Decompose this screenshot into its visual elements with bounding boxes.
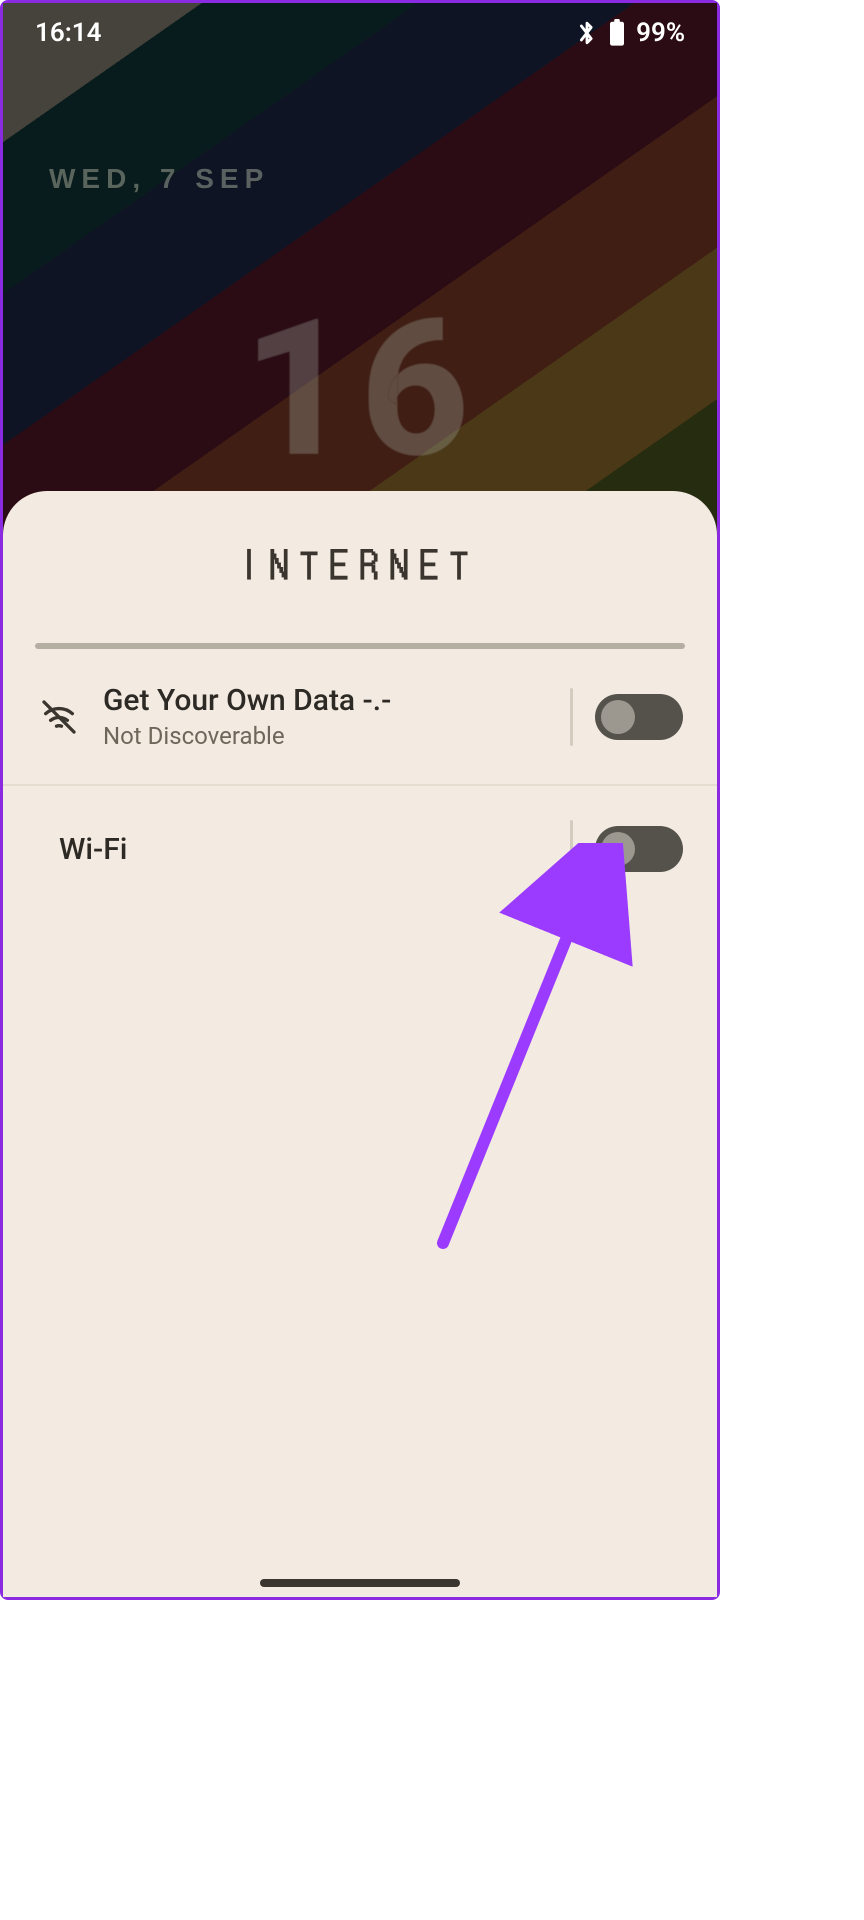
statusbar-clock: 16:14 bbox=[35, 18, 102, 48]
mobile-data-toggle[interactable] bbox=[595, 694, 683, 740]
battery-icon bbox=[608, 19, 626, 47]
device-frame: 16:14 99% WED, 7 SEP 16 INTERNET bbox=[0, 0, 720, 1600]
row-separator bbox=[570, 688, 573, 746]
mobile-data-texts: Get Your Own Data -.- Not Discoverable bbox=[103, 683, 548, 750]
mobile-data-row[interactable]: Get Your Own Data -.- Not Discoverable bbox=[3, 649, 717, 784]
mobile-data-title: Get Your Own Data -.- bbox=[103, 683, 548, 718]
toggle-thumb bbox=[601, 700, 635, 734]
mobile-data-off-icon bbox=[37, 697, 81, 737]
statusbar-right: 99% bbox=[576, 18, 685, 48]
wifi-title: Wi-Fi bbox=[59, 832, 548, 867]
panel-title: INTERNET bbox=[3, 537, 717, 589]
row-separator bbox=[570, 820, 573, 878]
wifi-texts: Wi-Fi bbox=[59, 832, 548, 867]
wifi-row[interactable]: Wi-Fi bbox=[3, 784, 717, 912]
internet-panel[interactable]: INTERNET Get Your Own Data -.- Not Disco… bbox=[3, 491, 717, 1597]
bluetooth-icon bbox=[576, 19, 598, 47]
statusbar: 16:14 99% bbox=[3, 3, 717, 63]
nav-handle[interactable] bbox=[260, 1579, 460, 1587]
toggle-thumb bbox=[601, 832, 635, 866]
statusbar-battery-text: 99% bbox=[636, 18, 685, 48]
mobile-data-subtitle: Not Discoverable bbox=[103, 722, 548, 750]
wifi-toggle[interactable] bbox=[595, 826, 683, 872]
